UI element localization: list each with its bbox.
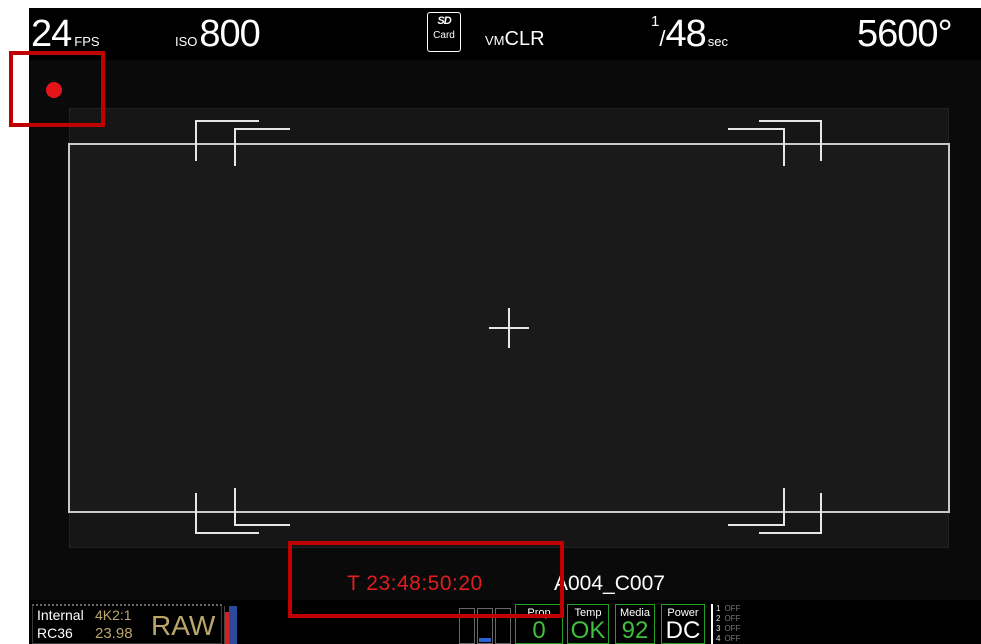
recording-source: Internal: [37, 607, 84, 623]
gpio-track-status[interactable]: 1 OFF 2 OFF 3 OFF 4 OFF: [711, 604, 753, 644]
media-value: 92: [621, 617, 649, 644]
track-item: 4 OFF: [713, 634, 753, 644]
project-frame-rate: 23.98: [95, 625, 133, 642]
compression-setting: RC36: [37, 625, 73, 641]
track-number: 4: [716, 634, 721, 643]
recording-format-panel[interactable]: Internal 4K2:1 RC36 23.98 RAW: [32, 604, 222, 644]
track-number: 3: [716, 624, 721, 633]
media-status[interactable]: Media 92: [615, 604, 655, 644]
track-item: 1 OFF: [713, 604, 753, 614]
power-value: DC: [665, 617, 701, 644]
codec-label: RAW: [151, 610, 216, 641]
timecode-highlight: [288, 541, 564, 618]
track-item: 3 OFF: [713, 624, 753, 634]
track-item: 2 OFF: [713, 614, 753, 624]
histogram-blue-channel: [229, 606, 237, 644]
center-crosshair: [489, 308, 529, 348]
track-number: 1: [716, 604, 721, 613]
audio-meter-2-fill: [479, 638, 491, 642]
track-state: OFF: [724, 634, 741, 643]
prop-value: 0: [532, 617, 546, 644]
track-state: OFF: [724, 614, 741, 623]
corner-bracket-top-left: [195, 120, 290, 166]
temp-status[interactable]: Temp OK: [567, 604, 609, 644]
temp-value: OK: [570, 617, 606, 644]
recording-resolution: 4K2:1: [95, 607, 132, 623]
corner-bracket-bottom-left: [195, 488, 290, 534]
record-indicator-highlight: [9, 51, 105, 127]
clip-name: A004_C007: [554, 572, 665, 595]
corner-bracket-bottom-right: [728, 488, 822, 534]
power-status[interactable]: Power DC: [661, 604, 705, 644]
track-number: 2: [716, 614, 721, 623]
track-state: OFF: [724, 604, 741, 613]
corner-bracket-top-right: [728, 120, 822, 166]
track-state: OFF: [724, 624, 741, 633]
